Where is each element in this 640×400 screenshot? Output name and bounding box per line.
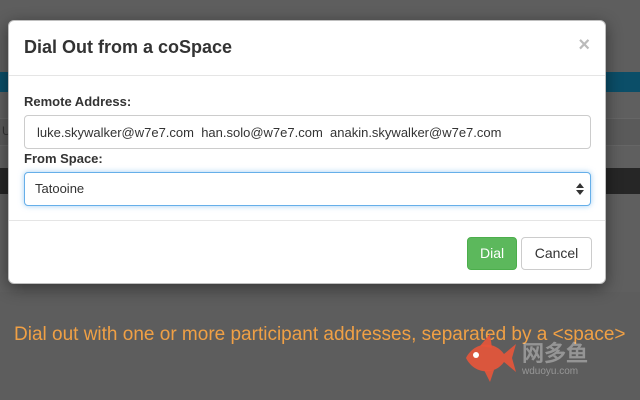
remote-address-input[interactable] <box>24 115 591 149</box>
from-space-label: From Space: <box>24 151 103 166</box>
modal-header: Dial Out from a coSpace × <box>9 21 605 76</box>
watermark-logo: 网多鱼 wduoyu.com <box>460 328 630 388</box>
dial-out-modal: Dial Out from a coSpace × Remote Address… <box>8 20 606 284</box>
dial-button[interactable]: Dial <box>467 237 517 270</box>
watermark-text: 网多鱼 <box>522 341 589 366</box>
close-icon[interactable]: × <box>578 35 590 55</box>
fish-icon <box>466 334 516 382</box>
remote-address-label: Remote Address: <box>24 94 132 109</box>
modal-footer: Dial Cancel <box>9 220 605 284</box>
select-arrows-icon <box>576 183 584 195</box>
watermark-url: wduoyu.com <box>522 366 579 377</box>
from-space-select[interactable]: Tatooine <box>24 172 591 206</box>
cancel-button[interactable]: Cancel <box>521 237 592 270</box>
from-space-selected-value: Tatooine <box>35 181 85 196</box>
modal-title: Dial Out from a coSpace <box>24 37 233 57</box>
